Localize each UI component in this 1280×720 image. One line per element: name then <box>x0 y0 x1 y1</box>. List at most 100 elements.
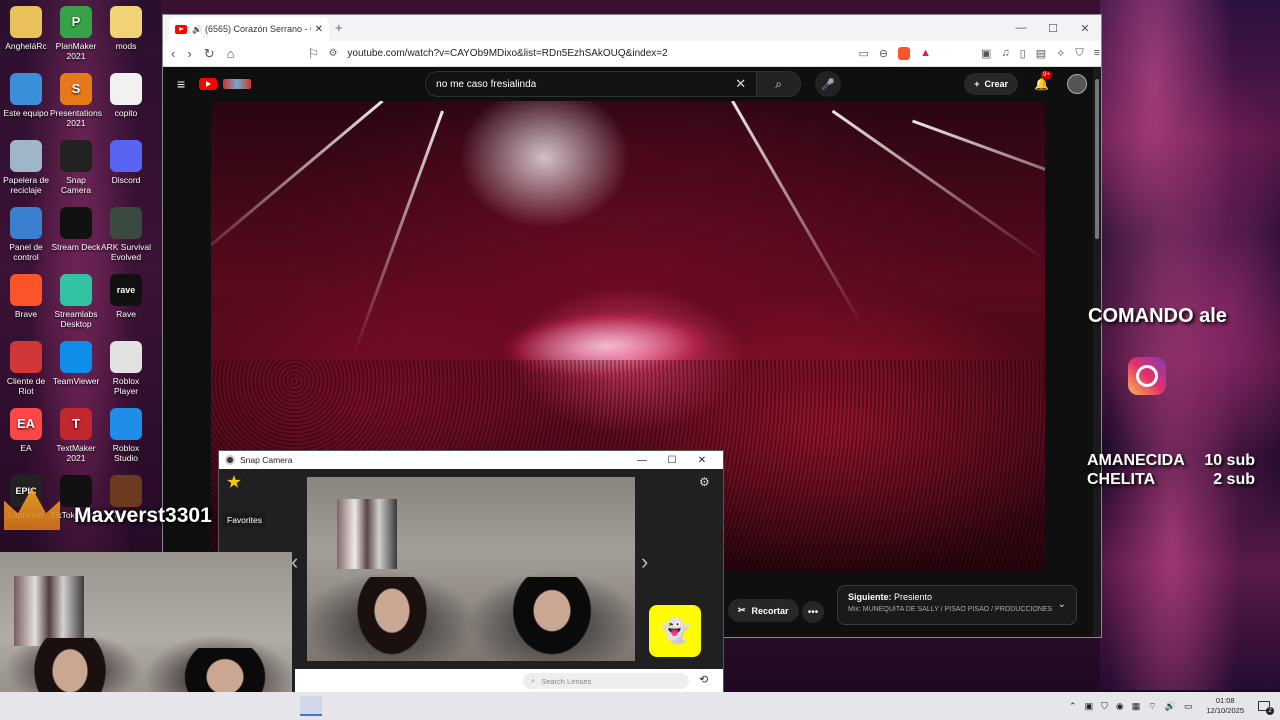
desktop-icon[interactable]: Roblox Studio <box>100 408 152 463</box>
chevron-down-icon[interactable]: ⌄ <box>1058 599 1066 610</box>
streamlabs-icon <box>60 274 92 306</box>
clear-search-icon[interactable]: ✕ <box>735 76 746 92</box>
address-bar[interactable]: ⚐ ⚙ youtube.com/watch?v=CAYOb9MDixo&list… <box>306 44 846 64</box>
more-actions-button[interactable]: ••• <box>802 601 824 623</box>
desktop-icon[interactable]: rave Rave <box>100 274 152 319</box>
sidebar-icon[interactable]: ▯ <box>1020 47 1026 60</box>
desktop-icon[interactable]: TeamViewer <box>50 341 102 386</box>
desktop-icon-label: TeamViewer <box>52 376 100 386</box>
bookmark-icon[interactable]: ⚐ <box>306 46 320 62</box>
desktop-icon-label: AngheláRc <box>5 41 47 51</box>
desktop-icon[interactable]: AngheláRc <box>0 6 52 51</box>
next-lens-icon[interactable]: › <box>641 549 648 575</box>
maximize-button[interactable]: ☐ <box>1037 15 1069 41</box>
search-button[interactable]: ⌕ <box>757 71 802 97</box>
snapcode-icon[interactable]: 👻 <box>649 605 701 657</box>
desktop-icon[interactable]: Brave <box>0 274 52 319</box>
lens-search-input[interactable]: ⌕ Search Lenses <box>523 673 689 689</box>
voice-search-button[interactable]: 🎤 <box>815 71 842 97</box>
desktop-icon[interactable]: Este equipo <box>0 73 52 118</box>
settings-gear-icon[interactable]: ⚙ <box>699 475 710 489</box>
desktop-icon[interactable]: Roblox Player <box>100 341 152 396</box>
desktop-icon[interactable]: Snap Camera <box>50 140 102 195</box>
wallet-icon[interactable]: ▤ <box>1036 47 1046 60</box>
cast-icon[interactable]: ▭ <box>858 47 868 60</box>
avatar[interactable] <box>1067 74 1087 94</box>
forward-icon[interactable]: › <box>187 46 191 61</box>
page-scrollbar[interactable] <box>1093 67 1101 637</box>
desktop-icon[interactable]: T TextMaker 2021 <box>50 408 102 463</box>
chevron-up-icon[interactable]: ⌃ <box>1069 701 1077 712</box>
tab-youtube[interactable]: 🔊 (6565) Corazón Serrano - Cór ✕ <box>169 17 329 41</box>
back-icon[interactable]: ‹ <box>171 46 175 61</box>
desktop-icon[interactable]: mods <box>100 6 152 51</box>
desktop-icon-label: EA <box>20 443 32 453</box>
desktop-icon-label: Presentations 2021 <box>50 108 102 128</box>
battery-icon[interactable]: ▭ <box>1184 701 1193 712</box>
close-tab-icon[interactable]: ✕ <box>315 24 323 35</box>
snap-body: Favorites ‹ › ⚙ 👻 ⌕ Search Lenses ⟲ <box>219 469 723 693</box>
tiktok-icon <box>60 475 92 507</box>
lens-bar: ⌕ Search Lenses ⟲ <box>295 669 723 693</box>
streamer-name: Maxverst3301 <box>74 504 212 527</box>
wifi-icon[interactable]: ⌔ <box>1148 701 1156 712</box>
create-button[interactable]: + Crear <box>964 73 1019 95</box>
desktop-icon[interactable]: EA EA <box>0 408 52 453</box>
desktop-icon[interactable]: Stream Deck <box>50 207 102 252</box>
favorites-tooltip: Favorites <box>223 513 266 527</box>
favorites-star-icon[interactable] <box>227 475 241 488</box>
desktop-icon[interactable]: Panel de control <box>0 207 52 262</box>
minimize-button[interactable]: — <box>1005 15 1037 41</box>
reload-icon[interactable]: ↻ <box>204 46 215 62</box>
new-tab-button[interactable]: + <box>335 20 343 35</box>
desktop-icon-label: Stream Deck <box>51 242 101 252</box>
clock[interactable]: 01:08 12/10/2025 <box>1206 696 1244 716</box>
scissors-icon: ✂ <box>738 605 746 615</box>
youtube-favicon-icon <box>175 24 187 34</box>
taskbar-app-icon[interactable] <box>300 696 322 716</box>
desktop-icon[interactable]: Papelera de reciclaje <box>0 140 52 195</box>
site-info-icon[interactable]: ⚙ <box>328 48 337 59</box>
stage-light-beam <box>831 109 1045 262</box>
presentations-icon: S <box>60 73 92 105</box>
desktop-icon-label: Este equipo <box>3 108 49 118</box>
desktop-icon-label: Streamlabs Desktop <box>54 309 98 329</box>
snap-maximize-button[interactable]: ☐ <box>657 455 687 466</box>
desktop-icon[interactable]: P PlanMaker 2021 <box>50 6 102 61</box>
zoom-icon[interactable]: ⊖ <box>879 47 888 60</box>
network-icon[interactable]: ▦ <box>1132 701 1141 712</box>
volume-icon[interactable]: 🔊 <box>1165 701 1176 712</box>
desktop-icon[interactable]: Discord <box>100 140 152 185</box>
defender-icon[interactable]: ⛉ <box>1101 701 1108 712</box>
close-window-button[interactable]: ✕ <box>1069 15 1101 41</box>
leo-icon[interactable]: ✧ <box>1056 47 1065 60</box>
hamburger-menu-icon[interactable]: ≡ <box>177 76 185 92</box>
snap-minimize-button[interactable]: — <box>627 455 657 466</box>
vpn-icon[interactable]: ⛉ <box>1075 47 1083 60</box>
desktop-icon-label: TextMaker 2021 <box>56 443 96 463</box>
music-icon[interactable]: ♫ <box>1001 47 1009 60</box>
desktop-icon[interactable]: S Presentations 2021 <box>50 73 102 128</box>
youtube-logo-icon[interactable] <box>199 78 218 90</box>
previous-lens-icon[interactable]: ‹ <box>291 549 298 575</box>
brave-tray-icon[interactable]: ◉ <box>1116 701 1124 712</box>
brave-rewards-icon[interactable]: ▲ <box>920 47 931 60</box>
youtube-doodle[interactable] <box>223 79 252 89</box>
desktop-icon[interactable]: copito <box>100 73 152 118</box>
history-icon[interactable]: ⟲ <box>699 673 708 686</box>
clip-button[interactable]: ✂ Recortar <box>728 599 799 622</box>
home-icon[interactable]: ⌂ <box>227 46 235 61</box>
menu-icon[interactable]: ≡ <box>1094 47 1100 60</box>
brave-shields-icon[interactable] <box>898 47 911 60</box>
search-input[interactable]: no me caso fresialinda ✕ <box>425 71 758 97</box>
screenshot-icon[interactable]: ▣ <box>981 47 991 60</box>
scrollbar-thumb[interactable] <box>1095 79 1099 239</box>
notifications-button[interactable]: 🔔 9+ <box>1034 71 1052 91</box>
desktop-icon[interactable]: Cliente de Riot <box>0 341 52 396</box>
desktop-icon[interactable]: ARK Survival Evolved <box>100 207 152 262</box>
tray-app-icon[interactable]: ▣ <box>1085 701 1094 712</box>
notification-center-icon[interactable] <box>1258 701 1274 715</box>
up-next-card[interactable]: Siguiente: Presiento Mix: MUÑEQUITA DE S… <box>837 585 1077 625</box>
desktop-icon[interactable]: Streamlabs Desktop <box>50 274 102 329</box>
snap-close-button[interactable]: ✕ <box>687 455 717 466</box>
